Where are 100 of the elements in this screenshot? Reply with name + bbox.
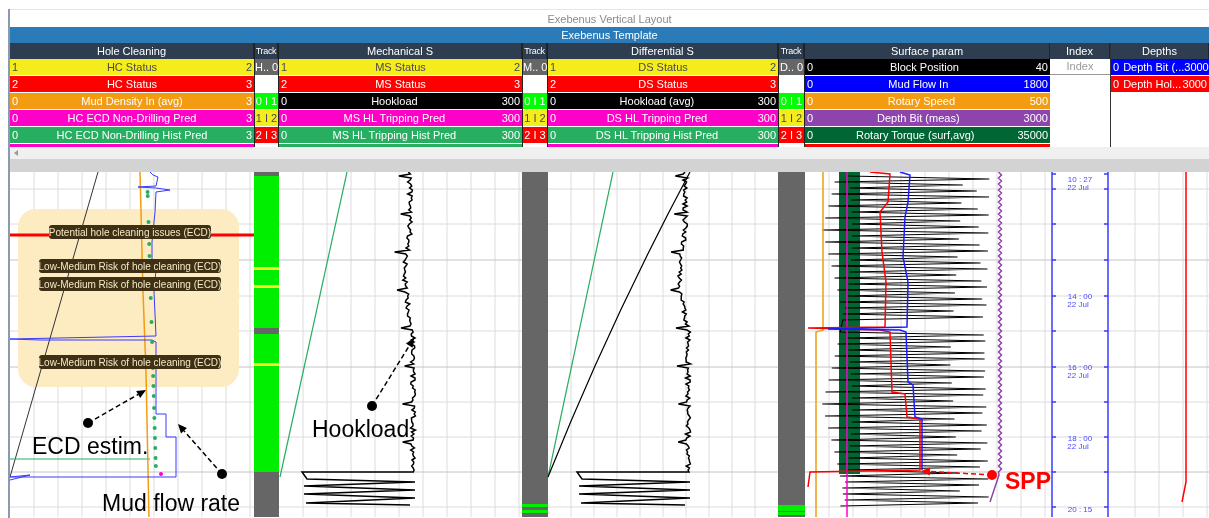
time-label: 18 : 00 [1067,434,1093,443]
annotation-label: Low-Medium Risk of hole cleaning (ECD) [38,355,222,369]
curve-min: 0 [12,93,19,109]
callout-label: Hookload [312,416,410,442]
curve-min: 0 [12,110,19,126]
curve-max: 2 [245,59,252,75]
curve-name: HC Status [105,59,159,75]
time-label: 16 : 00 [1067,363,1093,372]
track-cell: 1 I 2 [255,110,278,126]
curve-max: 300 [757,127,776,143]
track-cell: 0 I 1 [779,93,804,109]
curve-min: 0 [807,127,814,143]
curve-name: MS Status [374,59,427,75]
curve-max: 1800 [1023,76,1048,92]
curve-max: 300 [501,110,520,126]
callout-label: ECD estim. [32,433,149,459]
curve-min: 0 [281,127,288,143]
curve-min: 2 [12,76,19,92]
panel-header: Track [523,43,547,59]
curve-name: DS Status [637,76,689,92]
curve-name: Rotary Speed [886,93,956,109]
curve-max: 3 [513,76,520,92]
curve-max: 35000 [1017,127,1048,143]
curve-max: 3000 [1182,76,1207,92]
panel-header: Surface param [805,43,1050,59]
curve-min: 0 [807,110,814,126]
curve-name: HC Status [105,76,159,92]
curve-min: 0 [550,110,557,126]
curve-name: Hookload (avg) [618,93,696,109]
curve-max: 300 [501,127,520,143]
panel-header: Index [1050,43,1110,59]
scroll-left-icon[interactable] [14,150,19,156]
curve-min: 0 [550,93,557,109]
curve-min: 0 [12,127,19,143]
curve-max: 3 [245,127,252,143]
time-label: 14 : 00 [1067,292,1093,301]
track-cell: M.. 0 [523,59,547,75]
template-bar: Exebenus Template [10,27,1209,43]
curve-max: 3 [769,76,776,92]
time-label: 10 : 27 [1067,175,1093,184]
curve-name: HC ECD Non-Drilling Pred [66,110,198,126]
curve-min: 0 [550,127,557,143]
curve-name: Depth Bit (meas) [876,110,961,126]
dashed-arrow [178,424,227,479]
curve-min: 0 [807,93,814,109]
annotation-label: Low-Medium Risk of hole cleaning (ECD) [38,277,222,291]
curve-name: DS Status [637,59,689,75]
curve-max: 2 [769,59,776,75]
annotation-label: Low-Medium Risk of hole cleaning (ECD) [38,259,222,273]
curve-max: 3 [245,76,252,92]
curve-min: 0 [807,59,814,75]
curve-min: 1 [550,59,557,75]
dashed-arrow [83,390,146,428]
annotation-label: Potential hole cleaning issues (ECD) [48,225,212,239]
curve-max: 3 [245,93,252,109]
date-label: 22 Jul [1067,442,1089,451]
curve-max: 500 [1029,93,1048,109]
index-field[interactable]: Index [1050,59,1110,75]
date-label: 22 Jul [1067,300,1089,309]
curve-name: Hookload [370,93,419,109]
curve-name: HC ECD Non-Drilling Hist Pred [55,127,209,143]
curve-name: DS HL Tripping Pred [605,110,709,126]
track-cell: 1 I 2 [779,110,804,126]
panel-header: Track [779,43,804,59]
panel-header: Depths [1111,43,1209,59]
curve-min: 0 [281,110,288,126]
curve-min: 2 [281,76,288,92]
panel-header: Hole Cleaning [10,43,254,59]
curve-max: 3000 [1184,59,1209,75]
callout-label: Mud flow rate [102,490,241,516]
panel-header: Mechanical S [279,43,522,59]
panel-header: Track [255,43,278,59]
track-cell: 0 I 1 [255,93,278,109]
curve-name: MS HL Tripping Pred [342,110,447,126]
curve-name: Mud Flow In [887,76,950,92]
track-cell: 0 I 1 [523,93,547,109]
curve-max: 2 [513,59,520,75]
curve-min: 0 [807,76,814,92]
panel-header: Differential S [548,43,778,59]
track-cell: 1 I 2 [523,110,547,126]
curve-name: Block Position [888,59,960,75]
curve-max: 40 [1035,59,1048,75]
curve-name: Depth Hol... [1122,76,1183,92]
curve-name: MS HL Tripping Hist Pred [331,127,458,143]
curve-min: 1 [12,59,19,75]
curve-max: 300 [757,93,776,109]
time-label: 20 : 15 [1067,505,1093,514]
curve-max: 300 [757,110,776,126]
curve-max: 300 [501,93,520,109]
curve-max: 3 [245,110,252,126]
curve-name: Rotary Torque (surf,avg) [855,127,976,143]
date-label: 22 Jul [1067,183,1089,192]
track-cell: D.. 0 [779,59,804,75]
curve-max: 3000 [1023,110,1048,126]
curve-name: DS HL Tripping Hist Pred [594,127,720,143]
callout-label: SPP [1005,468,1052,494]
track-cell: 2 I 3 [255,127,278,143]
curve-min: 0 [1113,59,1120,75]
track-cell: 2 I 3 [523,127,547,143]
track-cell: H.. 0 [255,59,278,75]
